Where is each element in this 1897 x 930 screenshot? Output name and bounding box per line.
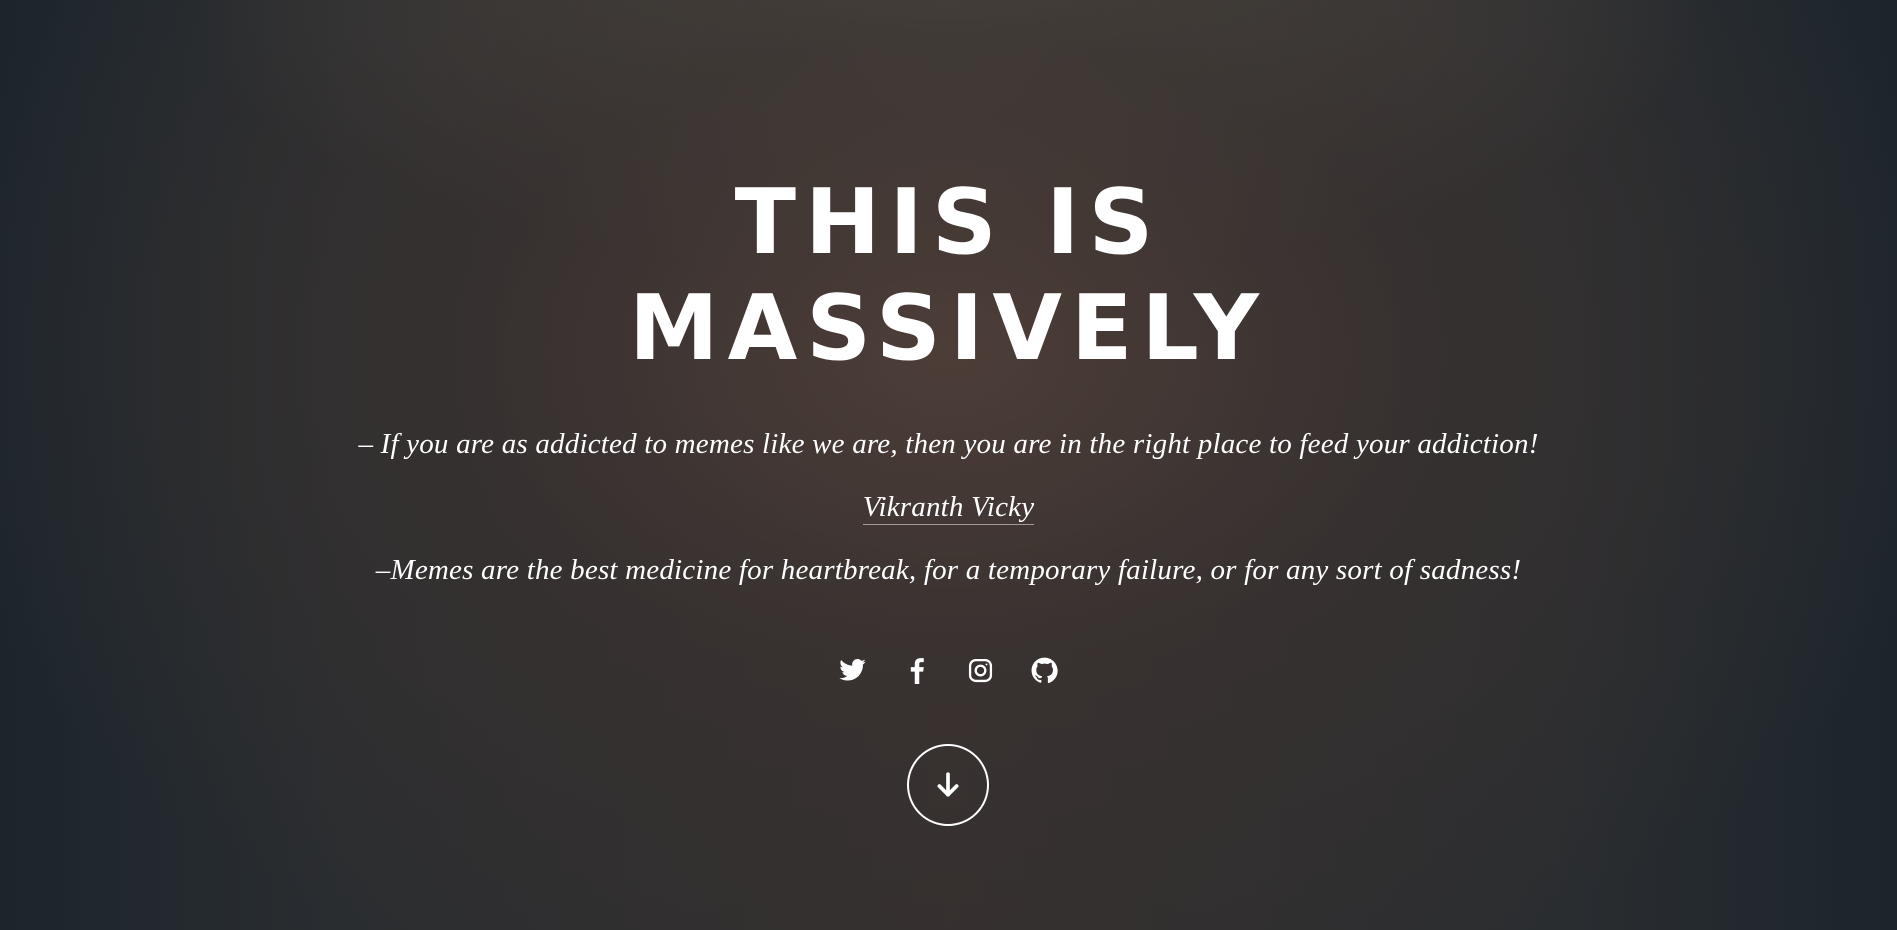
instagram-link[interactable] (966, 655, 996, 685)
facebook-icon (910, 657, 924, 684)
arrow-down-icon (937, 772, 959, 797)
twitter-link[interactable] (838, 655, 868, 685)
author-line: Vikranth Vicky (0, 491, 1897, 525)
page-title: THIS IS MASSIVELY (0, 170, 1897, 382)
scroll-down-button[interactable] (907, 744, 989, 826)
title-line-2: MASSIVELY (629, 276, 1268, 381)
instagram-icon (968, 658, 993, 682)
quote-2: –Memes are the best medicine for heartbr… (375, 554, 1522, 586)
twitter-icon (839, 659, 866, 681)
title-line-1: THIS IS (734, 170, 1163, 275)
hero-section: THIS IS MASSIVELY – If you are as addict… (0, 0, 1897, 930)
facebook-link[interactable] (902, 655, 932, 685)
social-links (0, 655, 1897, 685)
quote-1: – If you are as addicted to memes like w… (358, 428, 1539, 460)
github-icon (1031, 657, 1058, 683)
github-link[interactable] (1030, 655, 1060, 685)
author-link[interactable]: Vikranth Vicky (862, 491, 1035, 525)
